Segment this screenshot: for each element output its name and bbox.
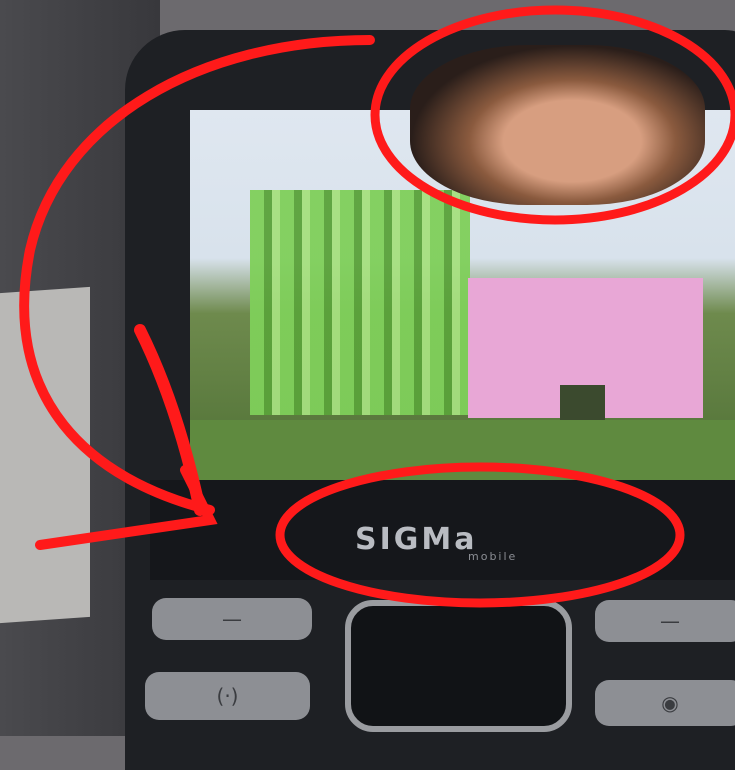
curved-arrow (19, 35, 375, 515)
logo-circle (275, 462, 685, 608)
red-annotations (19, 5, 735, 608)
face-circle (370, 5, 735, 225)
